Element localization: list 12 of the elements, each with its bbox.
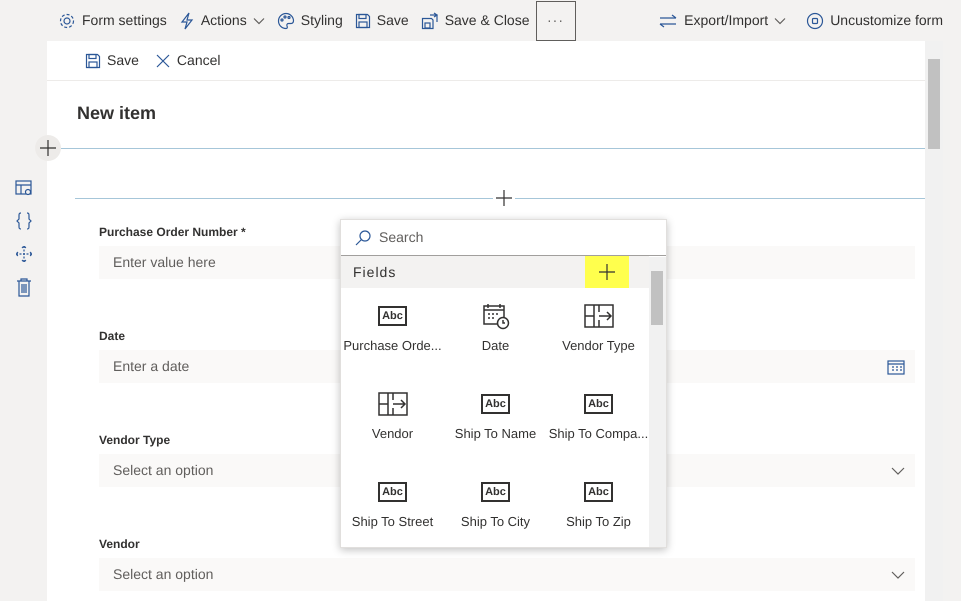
text-field-icon: Abc xyxy=(378,482,407,502)
field-label: Vendor Type xyxy=(99,432,170,449)
text-field-icon: Abc xyxy=(584,482,613,502)
text-field-icon: Abc xyxy=(481,394,510,414)
field-label: Date xyxy=(99,328,126,345)
text-field-icon: Abc xyxy=(481,482,510,502)
field-label: Vendor xyxy=(99,536,140,553)
text-field-icon: Abc xyxy=(378,306,407,326)
section-header: Fields xyxy=(353,262,396,282)
text-field-icon: Abc xyxy=(584,394,613,414)
field-label: Purchase Order Number * xyxy=(99,224,246,241)
form-title: New item xyxy=(77,102,158,125)
